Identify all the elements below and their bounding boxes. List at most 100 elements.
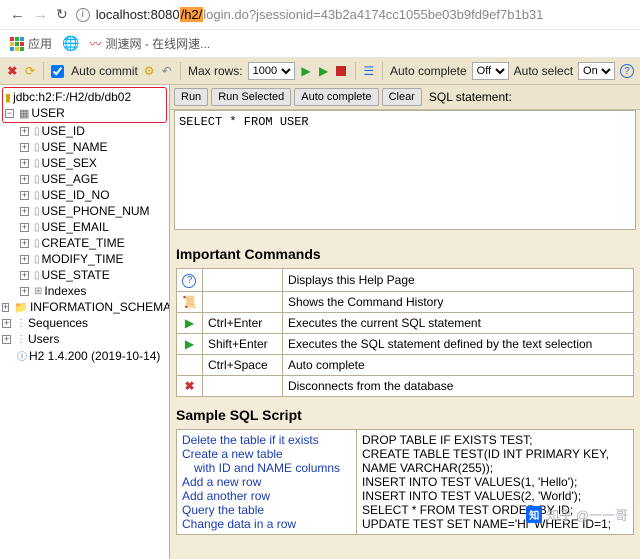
auto-complete-select[interactable]: Off: [472, 62, 509, 80]
sequences-icon: ⋮: [16, 318, 26, 329]
tree-column[interactable]: +▯USE_PHONE_NUM: [2, 203, 167, 219]
shortcut-label: Ctrl+Space: [202, 354, 282, 375]
rollback-icon[interactable]: ↶: [161, 63, 174, 79]
column-icon: ▯: [34, 126, 40, 137]
tree-column[interactable]: +▯USE_SEX: [2, 155, 167, 171]
expand-icon[interactable]: +: [2, 319, 11, 328]
expand-icon[interactable]: +: [2, 303, 9, 312]
column-icon: ▯: [34, 174, 40, 185]
command-description: Executes the current SQL statement: [282, 312, 633, 333]
expand-icon[interactable]: +: [20, 271, 29, 280]
tree-table-user[interactable]: − ▦ USER: [5, 105, 164, 121]
column-label: MODIFY_TIME: [42, 252, 124, 266]
scripts-table: Delete the table if it existsCreate a ne…: [176, 429, 634, 535]
tree-column[interactable]: + ▯USE_EMAIL: [2, 219, 167, 235]
sql-input[interactable]: SELECT * FROM USER: [174, 110, 636, 230]
column-icon: ▯: [34, 238, 40, 249]
tree-indexes[interactable]: + ⊞ Indexes: [2, 283, 167, 299]
column-label: USE_EMAIL: [42, 220, 109, 234]
run-selected-icon[interactable]: ▶: [317, 63, 330, 79]
column-label: USE_ID_NO: [42, 188, 110, 202]
history-icon: 📜: [182, 295, 197, 309]
expand-icon[interactable]: +: [20, 223, 29, 232]
column-icon: ▯: [34, 254, 40, 265]
column-icon: ▯: [34, 206, 40, 217]
run-button[interactable]: Run: [174, 88, 208, 106]
important-commands-heading: Important Commands: [176, 246, 634, 262]
script-link[interactable]: Query the table: [182, 503, 351, 517]
auto-complete-button[interactable]: Auto complete: [294, 88, 378, 106]
column-icon: ▯: [34, 270, 40, 281]
reload-icon[interactable]: ↻: [56, 6, 68, 23]
expand-icon[interactable]: +: [20, 207, 29, 216]
help-icon: ?: [182, 274, 196, 288]
commit-icon[interactable]: ⚙: [143, 63, 156, 79]
command-row: ? Displays this Help Page: [177, 269, 634, 292]
script-link[interactable]: Add another row: [182, 489, 351, 503]
bookmark-item-speedtest[interactable]: 〰 测速网 - 在线网速...: [89, 35, 210, 52]
stop-icon[interactable]: [335, 63, 348, 79]
auto-commit-checkbox[interactable]: [51, 65, 64, 78]
run-selected-button[interactable]: Run Selected: [211, 88, 291, 106]
auto-complete-label: Auto complete: [390, 64, 467, 78]
tree-users[interactable]: + ⋮ Users: [2, 331, 167, 347]
run-toolbar: Run Run Selected Auto complete Clear SQL…: [170, 85, 640, 110]
url-port: :8080: [147, 7, 180, 22]
clear-button[interactable]: Clear: [382, 88, 422, 106]
tree-information-schema[interactable]: + 📁 INFORMATION_SCHEMA: [2, 299, 167, 315]
content-panel: Run Run Selected Auto complete Clear SQL…: [170, 85, 640, 559]
version-label: H2 1.4.200 (2019-10-14): [29, 349, 160, 363]
tree-column[interactable]: + ▯CREATE_TIME: [2, 235, 167, 251]
history-icon[interactable]: ☰: [362, 63, 375, 79]
run-icon[interactable]: ▶: [300, 63, 313, 79]
nav-back-icon[interactable]: ←: [10, 6, 25, 23]
tree-column[interactable]: + ▯MODIFY_TIME: [2, 251, 167, 267]
site-info-icon[interactable]: i: [76, 8, 90, 22]
info-schema-label: INFORMATION_SCHEMA: [30, 300, 170, 314]
column-label: CREATE_TIME: [42, 236, 125, 250]
column-icon: ▯: [34, 190, 40, 201]
expand-icon[interactable]: +: [20, 239, 29, 248]
apps-button[interactable]: 应用: [10, 35, 52, 52]
disconnect-icon: ✖: [184, 379, 194, 393]
tree-column[interactable]: + ▯USE_ID_NO: [2, 187, 167, 203]
tree-sequences[interactable]: + ⋮ Sequences: [2, 315, 167, 331]
tree-connection[interactable]: ▮ jdbc:h2:F:/H2/db/db02: [5, 89, 164, 105]
auto-select-select[interactable]: On: [578, 62, 615, 80]
tree-column[interactable]: +▯USE_STATE: [2, 267, 167, 283]
expand-icon[interactable]: +: [20, 287, 29, 296]
expand-icon[interactable]: +: [20, 255, 29, 264]
expand-icon[interactable]: +: [20, 191, 29, 200]
command-description: Disconnects from the database: [282, 375, 633, 396]
refresh-tree-icon[interactable]: ⟳: [24, 63, 37, 79]
expand-icon[interactable]: +: [2, 335, 11, 344]
auto-commit-label: Auto commit: [71, 64, 138, 78]
column-icon: ▯: [34, 222, 40, 233]
expand-icon[interactable]: +: [20, 159, 29, 168]
tree-column[interactable]: +▯USE_NAME: [2, 139, 167, 155]
script-link[interactable]: Change data in a row: [182, 517, 351, 531]
collapse-icon[interactable]: −: [5, 109, 14, 118]
url-text: localhost:8080/h2/login.do?jsessionid=43…: [96, 7, 544, 22]
tree-column[interactable]: + ▯USE_AGE: [2, 171, 167, 187]
column-label: USE_AGE: [42, 172, 99, 186]
address-field[interactable]: i localhost:8080/h2/login.do?jsessionid=…: [76, 7, 630, 22]
script-link[interactable]: Create a new table: [182, 447, 351, 461]
expand-icon[interactable]: +: [20, 127, 29, 136]
sql-statement-label: SQL statement:: [429, 90, 512, 104]
command-row: ▶Ctrl+EnterExecutes the current SQL stat…: [177, 312, 634, 333]
apps-grid-icon: [10, 37, 24, 51]
expand-icon[interactable]: +: [20, 143, 29, 152]
schema-icon: 📁: [14, 301, 28, 314]
max-rows-select[interactable]: 1000: [248, 62, 295, 80]
help-icon[interactable]: ?: [620, 63, 634, 79]
script-link[interactable]: Add a new row: [182, 475, 351, 489]
disconnect-icon[interactable]: ✖: [6, 63, 19, 79]
script-link[interactable]: Delete the table if it exists: [182, 433, 351, 447]
tree-column[interactable]: +▯USE_ID: [2, 123, 167, 139]
globe-icon[interactable]: 🌐: [62, 35, 79, 52]
users-label: Users: [28, 332, 59, 346]
tree-version[interactable]: ⓘ H2 1.4.200 (2019-10-14): [2, 347, 167, 364]
command-description: Displays this Help Page: [282, 269, 633, 292]
expand-icon[interactable]: +: [20, 175, 29, 184]
